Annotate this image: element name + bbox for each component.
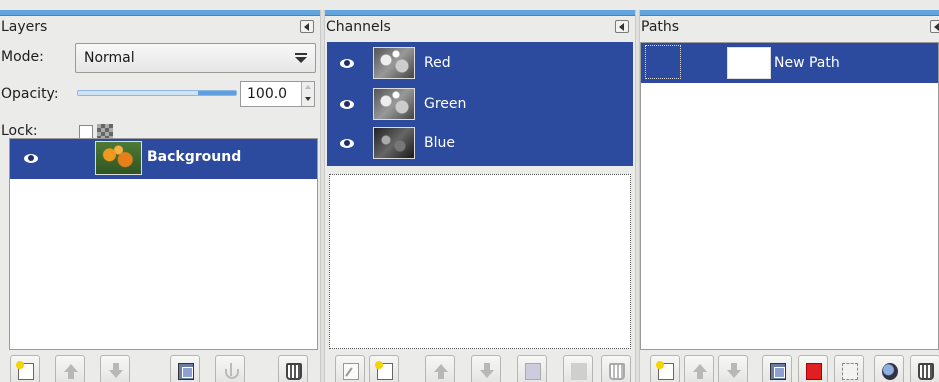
channel-thumbnail [373,88,415,120]
channel-name[interactable]: Red [424,55,451,71]
new-layer-button[interactable] [10,355,40,382]
raise-channel-button[interactable] [425,355,455,382]
channels-empty-area[interactable] [329,174,631,349]
layers-toolbar [10,355,318,382]
paths-panel-title: Paths [641,19,680,35]
mode-label: Mode: [1,49,44,65]
lock-label: Lock: [1,123,38,139]
path-visibility-toggle[interactable] [645,45,681,79]
layers-panel-title: Layers [1,19,48,35]
lower-path-button[interactable] [718,355,748,382]
panel-title-bar[interactable] [0,10,320,16]
channel-name[interactable]: Blue [424,135,455,151]
raise-path-icon [692,363,708,380]
raise-layer-icon [63,363,79,380]
channels-list[interactable]: Red Green Blue [327,42,633,166]
raise-layer-button[interactable] [55,355,85,382]
mode-select[interactable]: Normal [75,43,316,73]
delete-icon [918,363,934,380]
layer-row[interactable]: Background [10,139,317,179]
edit-channel-button[interactable] [335,355,365,382]
channel-to-selection-icon [571,363,587,380]
duplicate-channel-button[interactable] [517,355,547,382]
new-channel-icon [375,361,393,380]
anchor-icon [223,363,239,380]
lower-layer-button[interactable] [100,355,130,382]
lower-channel-button[interactable] [471,355,501,382]
raise-channel-icon [433,363,449,380]
channel-row-green[interactable]: Green [328,83,632,124]
delete-channel-button[interactable] [601,355,631,382]
lower-channel-icon [479,363,495,380]
path-to-selection-button[interactable] [798,355,828,382]
paint-along-path-button[interactable] [874,355,904,382]
dropdown-arrow-icon [295,53,307,64]
lock-alpha-checkbox[interactable] [79,125,93,139]
paths-panel: Paths New Path [640,10,939,382]
spin-arrows-icon[interactable] [301,82,314,106]
opacity-value: 100.0 [247,86,288,102]
delete-layer-button[interactable] [278,355,308,382]
layer-name[interactable]: Background [147,149,241,165]
selection-to-path-button[interactable] [834,355,864,382]
paint-along-path-icon [882,363,898,380]
visibility-eye-icon[interactable] [340,139,354,148]
new-path-button[interactable] [650,355,680,382]
delete-path-button[interactable] [910,355,939,382]
raise-path-button[interactable] [684,355,714,382]
delete-icon [609,363,625,380]
panel-title-bar[interactable] [640,10,939,16]
duplicate-layer-button[interactable] [170,355,200,382]
configure-tab-icon[interactable] [300,20,314,33]
visibility-eye-icon[interactable] [24,154,38,163]
channels-panel-title: Channels [326,19,391,35]
panel-title-bar[interactable] [325,10,635,16]
opacity-slider[interactable] [77,90,237,96]
channel-name[interactable]: Green [424,96,466,112]
channel-to-selection-button[interactable] [563,355,593,382]
channel-row-red[interactable]: Red [328,43,632,83]
mode-value: Normal [84,50,135,66]
edit-channel-icon [343,363,359,380]
anchor-layer-button[interactable] [215,355,245,382]
lower-layer-icon [108,363,124,380]
duplicate-layer-icon [178,363,194,380]
configure-tab-icon[interactable] [615,20,629,33]
duplicate-path-button[interactable] [762,355,792,382]
path-to-selection-icon [806,363,822,380]
selection-to-path-icon [842,363,858,380]
layers-panel: Layers Mode: Normal Opacity: 100.0 Lock:… [0,10,320,382]
new-channel-button[interactable] [369,355,399,382]
paths-toolbar [650,355,939,382]
paths-list[interactable]: New Path [640,42,939,350]
visibility-eye-icon[interactable] [340,59,354,68]
path-row[interactable]: New Path [641,43,938,83]
opacity-spinbutton[interactable]: 100.0 [240,81,315,107]
duplicate-path-icon [770,363,786,380]
duplicate-channel-icon [525,363,541,380]
lower-path-icon [726,363,742,380]
visibility-eye-icon[interactable] [340,100,354,109]
delete-icon [286,363,302,380]
layers-list[interactable]: Background [9,138,318,350]
channel-row-blue[interactable]: Blue [328,124,632,165]
channel-thumbnail [373,47,415,79]
new-layer-icon [16,361,34,380]
layer-thumbnail [95,141,142,175]
channel-thumbnail [373,127,415,159]
path-name[interactable]: New Path [774,55,840,71]
opacity-label: Opacity: [1,86,59,102]
channels-toolbar [335,355,633,382]
new-path-icon [656,361,674,380]
channels-panel: Channels Red Green Blue [325,10,635,382]
path-thumbnail [727,47,771,79]
configure-tab-icon[interactable] [930,20,939,33]
